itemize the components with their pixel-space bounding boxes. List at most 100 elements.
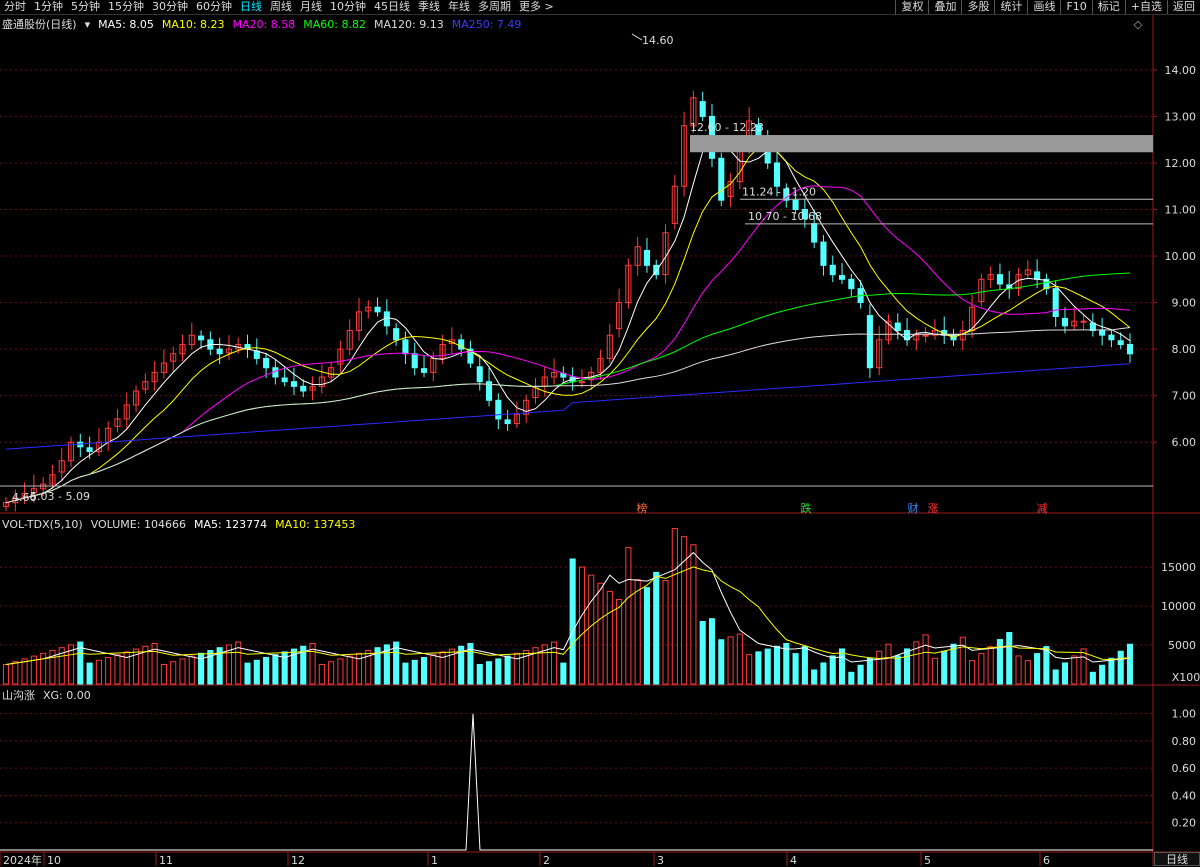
volume-bar (1061, 662, 1069, 685)
period-tabs: 分时 1分钟 5分钟 15分钟 30分钟 60分钟 日线 周线 月线 10分钟 45日线 季线 年线 多周… (0, 0, 558, 14)
ma5-label: MA5: 8.05 (98, 17, 154, 31)
toolbar-button-8[interactable]: 返回 (1167, 0, 1200, 14)
volume-bar (1052, 669, 1059, 685)
toolbar-button-5[interactable]: F10 (1060, 0, 1091, 14)
volume-bar (931, 657, 938, 685)
volume-bar (272, 654, 279, 685)
toolbar-button-7[interactable]: +自选 (1124, 0, 1167, 14)
volume-bar (708, 618, 716, 685)
candle-body (1080, 320, 1087, 323)
volume-bar (1126, 643, 1134, 685)
period-tab-11[interactable]: 季线 (414, 0, 444, 14)
volume-ma5-line (5, 551, 1131, 666)
period-tab-12[interactable]: 年线 (444, 0, 474, 14)
toolbar-button-1[interactable]: 叠加 (928, 0, 961, 14)
toolbar-button-0[interactable]: 复权 (895, 0, 928, 14)
chevron-down-icon[interactable]: ▾ (85, 18, 91, 31)
high-label: 14.60 (642, 34, 674, 47)
volume-bar (430, 654, 437, 685)
volume-bar (736, 633, 743, 685)
toolbar-button-2[interactable]: 多股 (961, 0, 994, 14)
xg-signal-line (0, 713, 1153, 851)
period-tab-3[interactable]: 15分钟 (104, 0, 148, 14)
candle-body (838, 275, 846, 280)
zone-label-4: 5.03 - 5.09 (30, 490, 90, 503)
period-tab-13[interactable]: 多周期 (474, 0, 515, 14)
volume-bar (922, 634, 929, 685)
chart-canvas: 14.0013.0012.0011.0010.009.008.007.006.0… (0, 14, 1200, 866)
volume-bar (170, 661, 177, 685)
period-tab-0[interactable]: 分时 (0, 0, 30, 14)
volume-bar (337, 658, 344, 685)
period-tab-1[interactable]: 1分钟 (30, 0, 67, 14)
candle-body (281, 377, 288, 383)
period-tab-9[interactable]: 10分钟 (326, 0, 370, 14)
period-tab-10[interactable]: 45日线 (370, 0, 414, 14)
candle-body (1108, 334, 1115, 341)
volume-bar (718, 639, 725, 685)
candle-body (374, 306, 381, 313)
event-marker-3: 涨 (928, 502, 939, 515)
date-label: 10 (47, 854, 61, 866)
candle-body (848, 278, 855, 290)
date-label: 11 (159, 854, 173, 866)
volume-bar (681, 536, 688, 685)
volume-bar (857, 664, 864, 685)
volume-bar (318, 664, 325, 685)
volume-tick-label: 15000 (1161, 561, 1196, 574)
price-tick-label: 8.00 (1172, 343, 1197, 356)
volume-legend: VOL-TDX(5,10) VOLUME: 104666 MA5: 123774… (2, 518, 355, 531)
period-tab-4[interactable]: 30分钟 (148, 0, 192, 14)
zone-label-1: 12.60 - 12.23 (690, 121, 764, 134)
volume-tick-label: 5000 (1168, 639, 1196, 652)
period-toolbar: 分时 1分钟 5分钟 15分钟 30分钟 60分钟 日线 周线 月线 10分钟 45日线 季线 年线 多周… (0, 0, 1200, 15)
diamond-icon: ◇ (1134, 18, 1143, 31)
date-label: 3 (657, 854, 664, 866)
price-tick-label: 11.00 (1165, 204, 1197, 217)
period-indicator[interactable]: 日线 (1154, 852, 1200, 866)
price-tick-label: 14.00 (1165, 64, 1197, 77)
ma120-label: MA120: 9.13 (374, 17, 444, 31)
candle-body (1052, 288, 1059, 318)
volume-bar (792, 653, 799, 685)
volume-ma10-line (5, 566, 1131, 666)
volume-ma10: MA10: 137453 (275, 518, 356, 531)
price-tick-label: 9.00 (1172, 297, 1197, 310)
volume-bar (12, 661, 19, 685)
volume-unit: X100 (1172, 671, 1200, 684)
date-label: 12 (291, 854, 305, 866)
period-tab-8[interactable]: 月线 (296, 0, 326, 14)
candle-body (894, 322, 901, 331)
candle-body (829, 264, 836, 276)
period-tab-7[interactable]: 周线 (266, 0, 296, 14)
toolbar-button-6[interactable]: 标记 (1091, 0, 1125, 14)
volume-bar (179, 658, 186, 685)
volume-bar (755, 651, 762, 685)
period-tab-6[interactable]: 日线 (236, 0, 266, 14)
candle-body (922, 334, 929, 337)
ma60-line (5, 272, 1131, 504)
toolbar-button-4[interactable]: 画线 (1027, 0, 1060, 14)
stock-title[interactable]: 盛通股份(日线) (2, 16, 77, 32)
volume-bar (578, 566, 585, 685)
period-tab-14[interactable]: 更多 > (515, 0, 558, 14)
ma60-label: MA60: 8.82 (303, 17, 366, 31)
volume-bar (811, 669, 818, 685)
volume-bar (894, 655, 901, 685)
volume-bar (569, 558, 576, 685)
indicator-title[interactable]: 山沟涨 (2, 687, 35, 703)
volume-bar (978, 653, 985, 685)
volume-title[interactable]: VOL-TDX(5,10) (2, 518, 83, 531)
period-tab-2[interactable]: 5分钟 (67, 0, 104, 14)
toolbar-button-3[interactable]: 统计 (994, 0, 1027, 14)
indicator-legend: 山沟涨 XG: 0.00 (2, 687, 91, 703)
ma5-line (5, 136, 1131, 504)
volume-bar (1099, 664, 1106, 685)
volume-bar (959, 636, 966, 685)
candle-body (420, 368, 428, 373)
period-tab-5[interactable]: 60分钟 (192, 0, 236, 14)
resistance-zone (690, 135, 1153, 153)
date-label: 2024年 (3, 853, 42, 866)
event-marker-0: 榜 (637, 501, 648, 515)
volume-bar (1043, 646, 1050, 685)
